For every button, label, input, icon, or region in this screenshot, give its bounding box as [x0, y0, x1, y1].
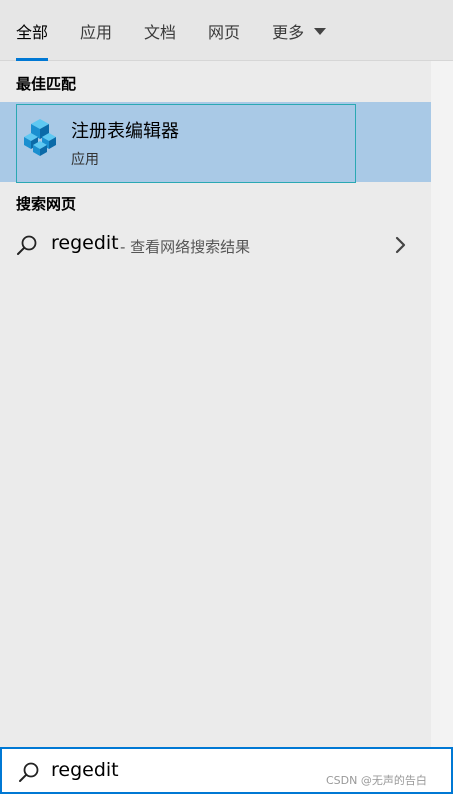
tab-apps-label: 应用: [80, 22, 113, 42]
best-match-heading: 最佳匹配: [16, 75, 77, 93]
registry-editor-icon: [24, 119, 56, 156]
tab-apps[interactable]: 应用: [64, 0, 128, 61]
chevron-down-icon: [314, 28, 327, 35]
tab-documents[interactable]: 文档: [128, 0, 192, 61]
web-search-heading: 搜索网页: [16, 195, 77, 213]
app-kind: 应用: [71, 152, 99, 168]
tab-documents-label: 文档: [144, 22, 177, 42]
web-search-query: regedit: [51, 232, 119, 254]
tab-web[interactable]: 网页: [192, 0, 256, 61]
start-search-panel: 全部 应用 文档 网页 更多 最佳匹配 注册表编辑器 应用 搜索网页 reged…: [0, 0, 453, 794]
app-name: 注册表编辑器: [71, 121, 179, 142]
tab-more[interactable]: 更多: [256, 0, 342, 61]
tab-more-label: 更多: [272, 22, 305, 42]
web-search-hint: - 查看网络搜索结果: [120, 238, 251, 256]
tab-all[interactable]: 全部: [0, 0, 64, 61]
chevron-right-icon[interactable]: [393, 235, 409, 255]
best-match-result[interactable]: 注册表编辑器 应用: [16, 104, 356, 183]
web-search-result[interactable]: regedit - 查看网络搜索结果: [0, 224, 431, 266]
preview-pane-edge: [431, 61, 453, 747]
search-input[interactable]: regedit: [51, 759, 119, 781]
tab-bar: 全部 应用 文档 网页 更多: [0, 0, 453, 61]
watermark: CSDN @无声的告白: [326, 774, 427, 787]
tab-web-label: 网页: [208, 22, 241, 42]
search-icon: [19, 762, 39, 782]
tab-all-label: 全部: [16, 22, 49, 42]
search-icon: [17, 235, 37, 255]
